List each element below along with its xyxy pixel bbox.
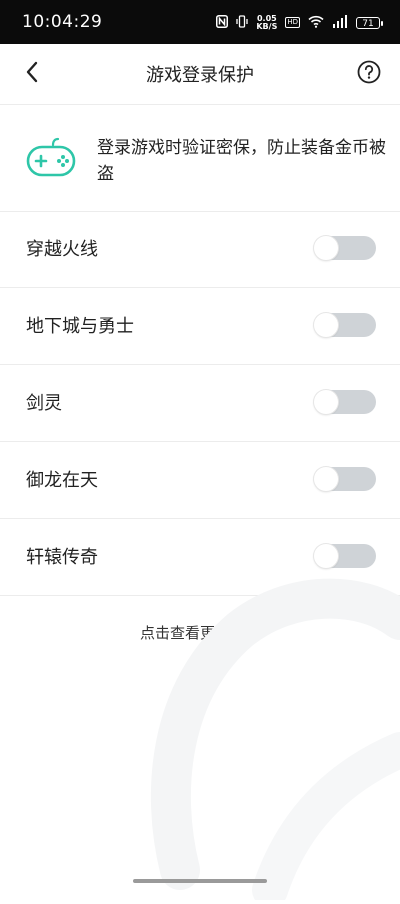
toggle-knob [314,313,338,337]
intro-section: 登录游戏时验证密保，防止装备金币被盗 [0,105,400,212]
vibrate-icon [236,13,249,32]
game-name: 穿越火线 [26,239,98,260]
home-indicator[interactable] [133,879,267,883]
list-item: 穿越火线 [0,211,400,288]
protection-toggle[interactable] [314,390,376,414]
game-name: 剑灵 [26,393,62,414]
protection-toggle[interactable] [314,313,376,337]
protection-toggle[interactable] [314,467,376,491]
game-name: 轩辕传奇 [26,547,98,568]
watermark-icon [150,570,400,904]
battery-icon: 71 [356,16,383,29]
question-circle-icon [357,60,381,88]
game-name: 御龙在天 [26,470,98,491]
status-icons: 0.05 KB/S HD 71 [216,13,383,32]
signal-icon [332,13,348,32]
help-button[interactable] [354,59,384,89]
game-list: 穿越火线 地下城与勇士 剑灵 御龙在天 轩辕传奇 [0,211,400,596]
toggle-knob [314,544,338,568]
gamepad-icon [25,137,77,183]
wifi-icon [308,13,324,32]
list-item: 御龙在天 [0,442,400,519]
toggle-knob [314,467,338,491]
intro-text: 登录游戏时验证密保，防止装备金币被盗 [97,138,386,184]
nfc-icon [216,13,229,32]
toggle-knob [314,236,338,260]
list-item: 剑灵 [0,365,400,442]
list-item: 地下城与勇士 [0,288,400,365]
nav-bar: 游戏登录保护 [0,44,400,105]
protection-toggle[interactable] [314,544,376,568]
game-name: 地下城与勇士 [26,316,134,337]
hd-badge: HD [285,17,300,28]
status-time: 10:04:29 [22,12,103,32]
status-bar: 10:04:29 0.05 KB/S HD 71 [0,0,400,44]
page-title: 游戏登录保护 [146,65,254,86]
network-speed: 0.05 KB/S [256,14,278,31]
protection-toggle[interactable] [314,236,376,260]
network-speed-unit: KB/S [256,21,278,31]
toggle-knob [314,390,338,414]
